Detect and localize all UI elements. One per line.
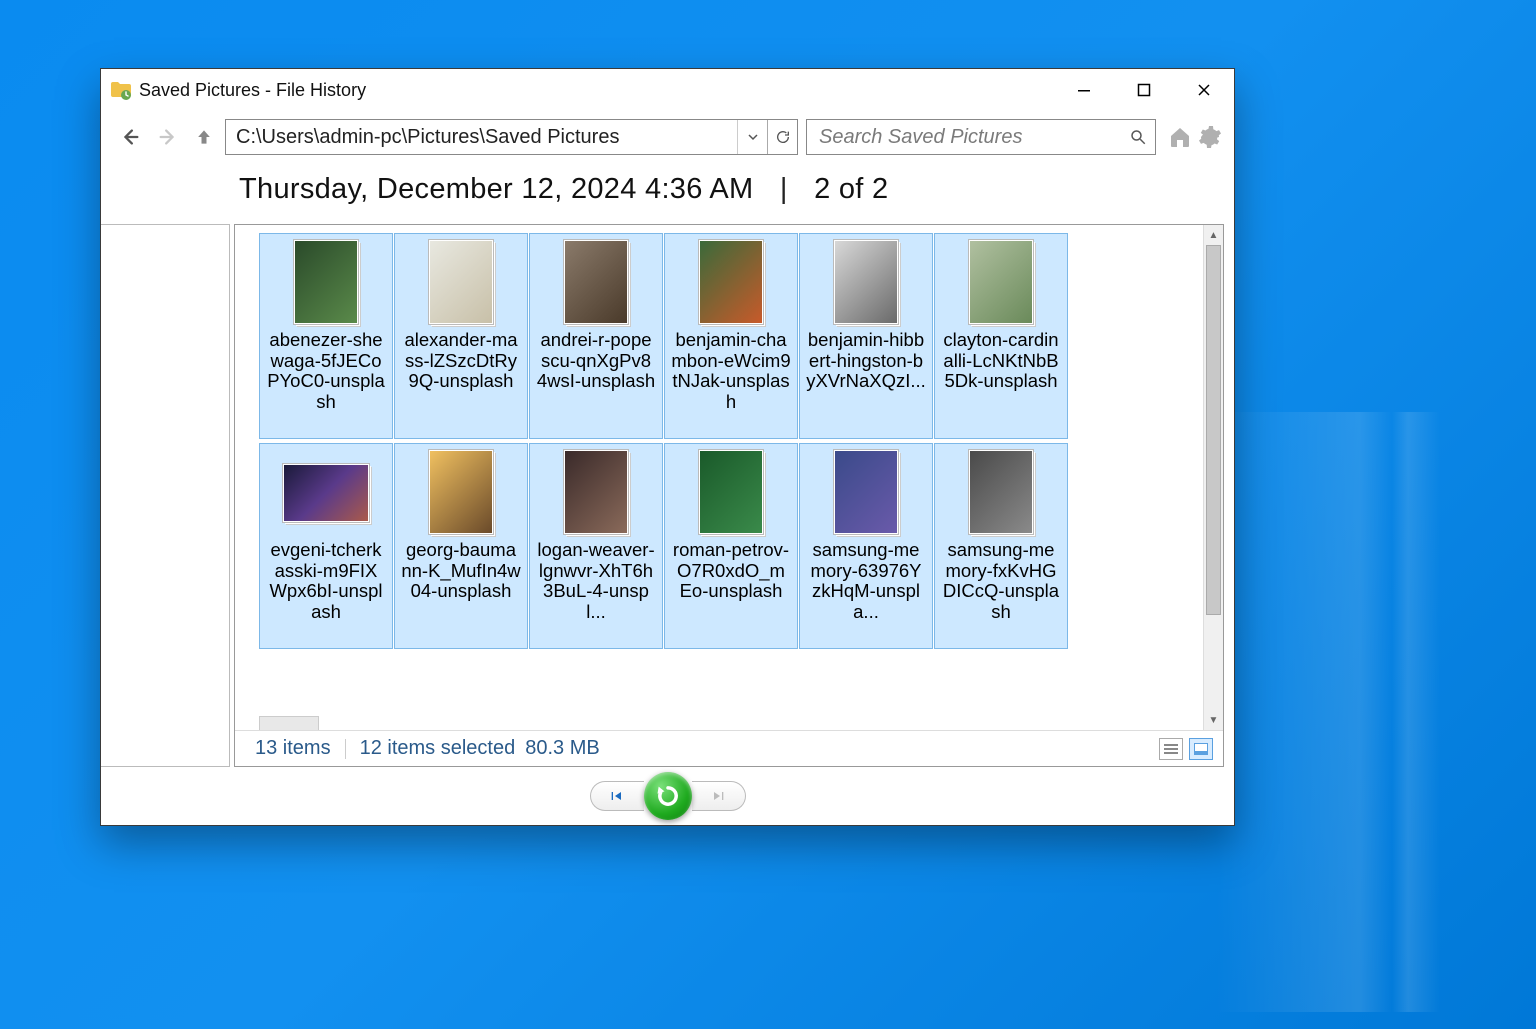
file-thumbnail (969, 240, 1033, 324)
file-item[interactable]: benjamin-hibbert-hingston-byXVrNaXQzI... (799, 233, 933, 439)
file-thumbnail (699, 240, 763, 324)
file-item[interactable]: clayton-cardinalli-LcNKtNbB5Dk-unsplash (934, 233, 1068, 439)
file-name: logan-weaver-lgnwvr-XhT6h3BuL-4-unspl... (534, 540, 658, 623)
file-name: evgeni-tcherkasski-m9FIXWpx6bI-unsplash (264, 540, 388, 623)
scroll-thumb[interactable] (1206, 245, 1221, 615)
restore-button[interactable] (644, 772, 692, 820)
close-button[interactable] (1174, 69, 1234, 111)
search-box[interactable] (806, 119, 1156, 155)
file-item[interactable]: georg-baumann-K_MufIn4w04-unsplash (394, 443, 528, 649)
file-name: samsung-memory-fxKvHGDICcQ-unsplash (939, 540, 1063, 623)
file-thumbnail (834, 450, 898, 534)
status-selected: 12 items selected (360, 737, 516, 760)
file-thumbnail (834, 240, 898, 324)
address-dropdown[interactable] (737, 120, 767, 154)
vertical-scrollbar[interactable]: ▲ ▼ (1203, 225, 1223, 730)
file-name: clayton-cardinalli-LcNKtNbB5Dk-unsplash (939, 330, 1063, 392)
file-name: benjamin-hibbert-hingston-byXVrNaXQzI... (804, 330, 928, 392)
history-controls (101, 767, 1234, 825)
file-item[interactable]: abenezer-shewaga-5fJECoPYoC0-unsplash (259, 233, 393, 439)
file-name: alexander-mass-lZSzcDtRy9Q-unsplash (399, 330, 523, 392)
file-history-window: Saved Pictures - File History (100, 68, 1235, 826)
tree-pane[interactable] (100, 224, 230, 767)
folder-history-icon (109, 78, 133, 102)
scroll-up-icon[interactable]: ▲ (1204, 225, 1223, 245)
file-thumbnail (564, 240, 628, 324)
address-input[interactable] (226, 120, 737, 154)
window-title: Saved Pictures - File History (139, 80, 366, 101)
file-name: georg-baumann-K_MufIn4w04-unsplash (399, 540, 523, 602)
refresh-button[interactable] (767, 120, 797, 154)
files-pane: abenezer-shewaga-5fJECoPYoC0-unsplashale… (234, 224, 1224, 767)
status-bar: 13 items 12 items selected 80.3 MB (235, 730, 1223, 766)
file-grid: abenezer-shewaga-5fJECoPYoC0-unsplashale… (235, 225, 1203, 730)
gear-icon[interactable] (1196, 123, 1224, 151)
file-name: abenezer-shewaga-5fJECoPYoC0-unsplash (264, 330, 388, 413)
status-total: 13 items (255, 737, 331, 760)
minimize-button[interactable] (1054, 69, 1114, 111)
snapshot-index: 2 of 2 (814, 173, 888, 205)
file-name: samsung-memory-63976YzkHqM-unspla... (804, 540, 928, 623)
file-item[interactable]: logan-weaver-lgnwvr-XhT6h3BuL-4-unspl... (529, 443, 663, 649)
back-button[interactable] (115, 122, 145, 152)
snapshot-info: Thursday, December 12, 2024 4:36 AM | 2 … (101, 167, 1234, 224)
snapshot-timestamp: Thursday, December 12, 2024 4:36 AM (239, 173, 754, 205)
file-thumbnail (564, 450, 628, 534)
address-bar[interactable] (225, 119, 798, 155)
file-item[interactable]: samsung-memory-fxKvHGDICcQ-unsplash (934, 443, 1068, 649)
home-icon[interactable] (1166, 123, 1194, 151)
titlebar: Saved Pictures - File History (101, 69, 1234, 111)
file-thumbnail (429, 450, 493, 534)
file-thumbnail (969, 450, 1033, 534)
file-name: andrei-r-popescu-qnXgPv84wsI-unsplash (534, 330, 658, 392)
file-thumbnail (294, 240, 358, 324)
scroll-down-icon[interactable]: ▼ (1204, 710, 1223, 730)
forward-button[interactable] (153, 122, 183, 152)
search-icon[interactable] (1127, 128, 1149, 146)
separator (345, 739, 346, 759)
file-item[interactable]: benjamin-chambon-eWcim9tNJak-unsplash (664, 233, 798, 439)
file-item[interactable]: samsung-memory-63976YzkHqM-unspla... (799, 443, 933, 649)
file-item[interactable]: roman-petrov-O7R0xdO_mEo-unsplash (664, 443, 798, 649)
file-item-partial[interactable] (259, 716, 319, 730)
details-view-button[interactable] (1159, 738, 1183, 760)
maximize-button[interactable] (1114, 69, 1174, 111)
navigation-bar (101, 111, 1234, 167)
file-thumbnail (429, 240, 493, 324)
file-thumbnail (699, 450, 763, 534)
file-item[interactable]: evgeni-tcherkasski-m9FIXWpx6bI-unsplash (259, 443, 393, 649)
file-name: roman-petrov-O7R0xdO_mEo-unsplash (669, 540, 793, 602)
file-item[interactable]: andrei-r-popescu-qnXgPv84wsI-unsplash (529, 233, 663, 439)
file-item[interactable]: alexander-mass-lZSzcDtRy9Q-unsplash (394, 233, 528, 439)
next-version-button[interactable] (692, 781, 746, 811)
file-thumbnail (283, 464, 369, 522)
file-name: benjamin-chambon-eWcim9tNJak-unsplash (669, 330, 793, 413)
thumbnails-view-button[interactable] (1189, 738, 1213, 760)
separator: | (780, 173, 788, 205)
search-input[interactable] (817, 125, 1127, 150)
previous-version-button[interactable] (590, 781, 644, 811)
up-button[interactable] (191, 127, 217, 147)
status-size: 80.3 MB (525, 737, 599, 760)
